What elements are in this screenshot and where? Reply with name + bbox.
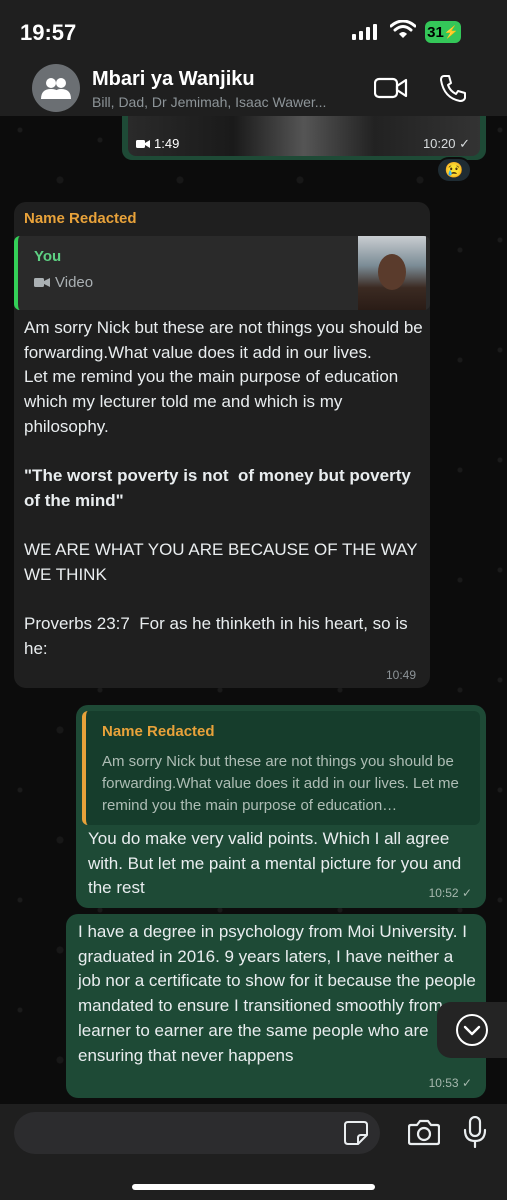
status-bar: 19:57 31 ⚡ [0,0,507,60]
voice-call-icon[interactable] [440,74,466,107]
group-avatar[interactable] [32,64,80,112]
quoted-type: Video [34,274,93,291]
quoted-message[interactable]: You Video [14,236,430,310]
message-paragraph: Let me remind you the main purpose of ed… [24,367,403,436]
quoted-type-label: Video [55,274,94,291]
message-time: 10:53 ✓ [428,1076,472,1090]
message-paragraph: Am sorry Nick but these are not things y… [24,318,428,362]
quoted-message[interactable]: Name Redacted Am sorry Nick but these ar… [82,711,480,825]
status-time: 19:57 [20,20,77,45]
message-text: Am sorry Nick but these are not things y… [24,316,424,662]
chevron-down-icon [456,1014,488,1046]
message-text: You do make very valid points. Which I a… [88,829,462,898]
video-message-bubble[interactable]: 1:49 10:20 ✓ [122,116,486,160]
video-duration: 1:49 [136,136,179,151]
group-icon [41,78,71,99]
message-time: 10:52 ✓ [428,886,472,900]
message-time: 10:20 ✓ [422,136,470,151]
group-name[interactable]: Mbari ya Wanjiku [92,68,255,91]
video-call-icon[interactable] [373,76,408,105]
video-camera-icon [136,139,150,148]
cellular-signal-icon [352,24,378,45]
message-time: 10:49 [385,668,416,682]
wifi-icon [389,19,417,45]
battery-icon: 31 ⚡ [425,21,461,43]
quoted-author: Name Redacted [102,723,215,740]
quoted-text: Am sorry Nick but these are not things y… [102,753,459,814]
camera-icon[interactable] [407,1118,441,1151]
group-members[interactable]: Bill, Dad, Dr Jemimah, Isaac Wawer... [92,94,326,110]
battery-level: 31 [427,23,444,41]
video-duration-label: 1:49 [154,136,180,151]
sender-name[interactable]: Name Redacted [24,210,137,227]
message-text: I have a degree in psychology from Moi U… [78,922,476,1065]
message-input[interactable] [14,1112,380,1154]
incoming-message-bubble[interactable]: Name Redacted You Video Am sorry Nick bu… [14,202,430,688]
outgoing-message-bubble[interactable]: Name Redacted Am sorry Nick but these ar… [76,705,486,908]
video-camera-icon [34,278,50,287]
message-bold-quote: "The worst poverty is not of money but p… [24,466,416,510]
quoted-author: You [34,248,62,265]
chat-header[interactable]: Mbari ya Wanjiku Bill, Dad, Dr Jemimah, … [0,60,507,116]
message-paragraph: Proverbs 23:7 For as he thinketh in his … [24,614,413,659]
reaction-badge[interactable]: 😢 [436,157,472,183]
message-paragraph: WE ARE WHAT YOU ARE BECAUSE OF THE WAY W… [24,540,423,585]
home-indicator [132,1184,375,1190]
sticker-icon[interactable] [343,1120,369,1151]
outgoing-message-bubble[interactable]: I have a degree in psychology from Moi U… [66,914,486,1098]
quoted-video-thumbnail [358,236,426,310]
scroll-to-bottom-button[interactable] [437,1002,507,1058]
microphone-icon[interactable] [463,1115,487,1153]
